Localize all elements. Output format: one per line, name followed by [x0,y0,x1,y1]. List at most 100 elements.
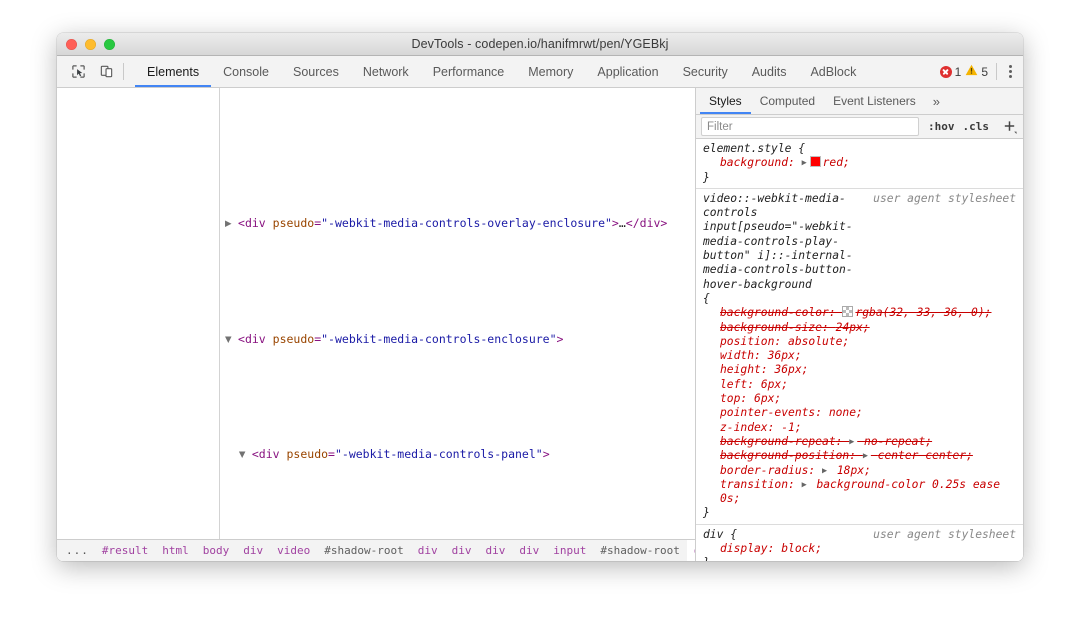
dom-node-panel[interactable]: ▼ <div pseudo="-webkit-media-controls-pan… [57,419,695,491]
breadcrumb-item-result[interactable]: #result [95,540,155,561]
tab-elements[interactable]: Elements [135,56,212,87]
tab-performance-label: Performance [432,64,505,79]
breadcrumb-item-html[interactable]: html [155,540,196,561]
declaration-width-value: 36px [767,349,795,363]
color-swatch-red[interactable] [809,156,821,168]
div-selector[interactable]: div { [703,528,865,542]
color-swatch-transparent[interactable] [842,306,854,318]
expand-arrow-icon[interactable]: ▶ [822,464,830,478]
maximize-window-button[interactable] [104,38,115,50]
style-rule-div[interactable]: div { user agent stylesheet display: blo… [696,525,1023,561]
error-badge[interactable]: 1 [939,65,961,79]
tab-security[interactable]: Security [671,56,740,87]
tab-network[interactable]: Network [351,56,421,87]
style-rule-element-style[interactable]: element.style { background: ▶ red; } [696,139,1023,189]
tab-console[interactable]: Console [211,56,281,87]
chevron-double-right-icon[interactable]: » [925,88,948,114]
close-window-button[interactable] [66,38,77,50]
breadcrumb-item-shadow-root-2[interactable]: #shadow-root [593,540,686,561]
breadcrumb-item-div-4[interactable]: div [478,540,512,561]
tab-elements-label: Elements [147,64,200,79]
declaration-height[interactable]: height: 36px; [696,363,1023,377]
expand-arrow-icon[interactable]: ▶ [802,478,810,492]
breadcrumb-item-body[interactable]: body [196,540,237,561]
hover-background-selector[interactable]: video::-webkit-media-controls input[pseu… [703,192,865,292]
panel-tabs: Elements Console Sources Network Perform… [135,56,868,87]
declaration-background-position[interactable]: background-position: ▶ center center; [696,449,1023,463]
plus-icon[interactable] [1001,119,1017,135]
declaration-z-index[interactable]: z-index: -1; [696,421,1023,435]
declaration-border-radius[interactable]: border-radius: ▶ 18px; [696,464,1023,478]
breadcrumb: ... #result html body div video #shadow-… [57,539,695,561]
breadcrumb-item-div-5[interactable]: div [512,540,546,561]
dom-node-overlay-enclosure[interactable]: ▶ <div pseudo="-webkit-media-controls-ove… [57,188,695,260]
style-rule-hover-background[interactable]: video::-webkit-media-controls input[pseu… [696,189,1023,525]
warning-badge[interactable]: 5 [965,64,988,79]
div-selector-row: div { user agent stylesheet [696,528,1023,542]
expand-arrow-icon[interactable]: ▶ [802,156,810,170]
element-style-selector[interactable]: element.style { [703,142,1016,156]
breadcrumb-item-div-selected[interactable]: div [686,540,695,561]
dom-node-enclosure-text: ▼ <div pseudo="-webkit-media-controls-enc… [225,331,564,346]
styles-filter-input[interactable] [701,117,919,136]
tab-event-listeners[interactable]: Event Listeners [824,88,925,114]
minimize-window-button[interactable] [85,38,96,50]
declaration-z-index-name: z-index [720,420,768,434]
declaration-top[interactable]: top: 6px; [696,392,1023,406]
hov-toggle-button[interactable]: :hov [928,120,955,133]
error-icon [939,65,952,78]
declaration-height-name: height [720,363,761,377]
dom-node-enclosure[interactable]: ▼ <div pseudo="-webkit-media-controls-enc… [57,303,695,375]
styles-rules-list[interactable]: element.style { background: ▶ red; } vide… [696,139,1023,561]
div-close-brace: } [696,556,1023,561]
kebab-menu-icon[interactable] [1005,61,1016,82]
tab-application-label: Application [597,64,659,79]
breadcrumb-item-div-1[interactable]: div [236,540,270,561]
declaration-background-color[interactable]: background-color: rgba(32, 33, 36, 0); [696,306,1023,320]
devtools-body: buffering aria-live="polite" style="disp… [57,88,1023,561]
hover-background-close-brace: } [703,506,710,520]
declaration-position-name: position [720,334,775,348]
cls-toggle-button[interactable]: .cls [963,120,990,133]
dom-node-scrubbing-message[interactable]: ▶<div pseudo="-internal-media-controls-s… [57,534,695,539]
device-toolbar-icon[interactable] [93,59,119,85]
declaration-background-repeat[interactable]: background-repeat: ▶ no-repeat; [696,435,1023,449]
tab-security-label: Security [682,64,728,79]
declaration-left[interactable]: left: 6px; [696,378,1023,392]
declaration-transition[interactable]: transition: ▶ background-color 0.25s eas… [696,478,1023,507]
styles-pane-tabs: Styles Computed Event Listeners » [696,88,1023,115]
declaration-width-name: width [720,349,755,363]
declaration-display[interactable]: display: block; [696,542,1023,556]
declaration-background-position-value: center center [877,449,967,463]
tab-performance[interactable]: Performance [421,56,517,87]
breadcrumb-item-shadow-root-1[interactable]: #shadow-root [317,540,410,561]
styles-pane: Styles Computed Event Listeners » :hov .… [696,88,1023,561]
breadcrumb-overflow[interactable]: ... [57,540,95,561]
breadcrumb-item-input[interactable]: input [546,540,593,561]
tab-computed[interactable]: Computed [751,88,824,114]
tab-audits-label: Audits [751,64,787,79]
breadcrumb-item-div-2[interactable]: div [411,540,445,561]
expand-arrow-icon[interactable]: ▶ [849,435,857,449]
styles-filter-bar: :hov .cls [696,115,1023,139]
expand-arrow-icon[interactable]: ▶ [863,449,871,463]
dom-tree-lines: buffering aria-live="polite" style="disp… [57,88,695,539]
dom-tree-scroll[interactable]: buffering aria-live="polite" style="disp… [57,88,695,539]
declaration-width[interactable]: width: 36px; [696,349,1023,363]
issue-badges[interactable]: 1 5 [939,64,988,79]
breadcrumb-item-div-3[interactable]: div [445,540,479,561]
declaration-pointer-events[interactable]: pointer-events: none; [696,406,1023,420]
inspect-cursor-icon[interactable] [65,59,91,85]
tab-application[interactable]: Application [585,56,670,87]
tab-memory[interactable]: Memory [516,56,585,87]
dom-node-buffering-clipped[interactable]: buffering aria-live="polite" style="disp… [57,131,695,145]
tab-audits[interactable]: Audits [740,56,799,87]
tab-sources[interactable]: Sources [281,56,351,87]
declaration-background-size[interactable]: background-size: 24px; [696,321,1023,335]
tab-adblock[interactable]: AdBlock [798,56,868,87]
declaration-background-name: background [720,156,789,170]
tab-styles[interactable]: Styles [700,88,751,114]
declaration-background[interactable]: background: ▶ red; [696,156,1023,170]
declaration-position[interactable]: position: absolute; [696,335,1023,349]
breadcrumb-item-video[interactable]: video [270,540,317,561]
